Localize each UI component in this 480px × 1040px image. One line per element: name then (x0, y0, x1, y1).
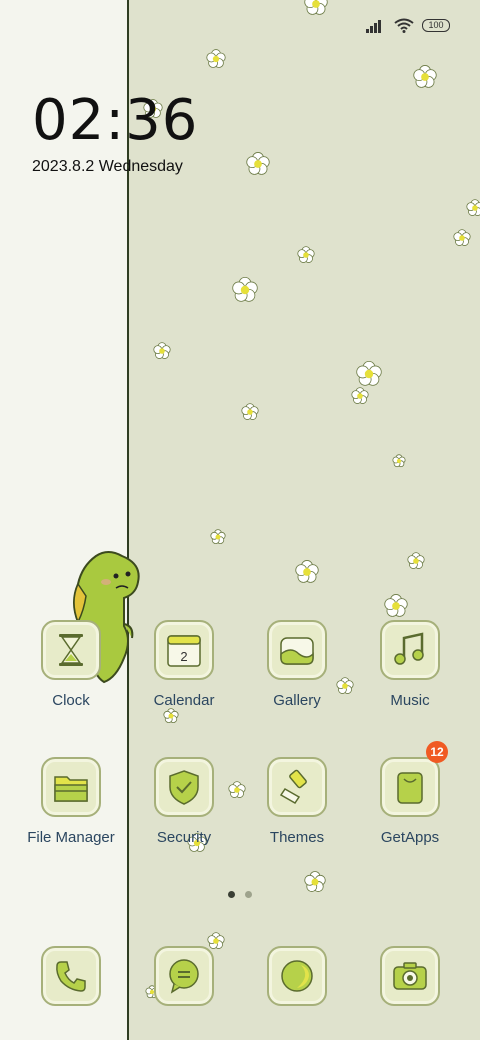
app-label: Clock (52, 692, 90, 709)
flower-decoration (384, 594, 408, 617)
wifi-icon (394, 18, 414, 33)
clock-time: 02:36 (32, 88, 199, 153)
app-file-manager[interactable]: File Manager (15, 757, 127, 846)
app-label: Music (390, 692, 430, 709)
clock-date: 2023.8.2 Wednesday (32, 158, 183, 175)
app-clock[interactable]: Clock (15, 620, 127, 709)
flower-decoration (466, 199, 480, 216)
message-icon (154, 946, 214, 1006)
app-label: File Manager (27, 829, 115, 846)
gallery-icon (267, 620, 327, 680)
app-label: Gallery (273, 692, 321, 709)
calendar-icon: 2 (154, 620, 214, 680)
folder-icon (41, 757, 101, 817)
battery-indicator: 100 (422, 19, 450, 32)
signal-icon (366, 19, 381, 33)
app-label: Security (156, 829, 212, 846)
page-dot[interactable] (245, 891, 252, 898)
app-label: Themes (269, 829, 325, 846)
camera-icon (380, 946, 440, 1006)
flower-decoration (232, 277, 258, 302)
flower-decoration (153, 342, 171, 359)
flower-decoration (246, 152, 270, 175)
shield-icon (154, 757, 214, 817)
brush-icon (267, 757, 327, 817)
flower-decoration (210, 529, 226, 545)
flower-decoration (413, 65, 437, 88)
page-indicator[interactable] (0, 891, 480, 898)
flower-decoration (206, 49, 226, 68)
flower-decoration (295, 560, 319, 583)
app-themes[interactable]: Themes (241, 757, 353, 846)
dock-messages[interactable] (128, 946, 240, 1006)
flower-decoration (407, 552, 425, 569)
app-gallery[interactable]: Gallery (241, 620, 353, 709)
flower-decoration (304, 0, 328, 15)
phone-icon (41, 946, 101, 1006)
calendar-day-number: 2 (180, 649, 187, 664)
app-label: GetApps (380, 829, 440, 846)
flower-decoration (356, 361, 382, 386)
dock-camera[interactable] (354, 946, 466, 1006)
app-calendar[interactable]: 2 Calendar (128, 620, 240, 709)
status-bar: 100 (366, 18, 450, 33)
music-note-icon (380, 620, 440, 680)
dock-browser[interactable] (241, 946, 353, 1006)
notification-badge: 12 (426, 741, 448, 763)
flower-decoration (392, 454, 406, 468)
clock-widget[interactable]: 02:36 2023.8.2 Wednesday (32, 88, 198, 176)
app-label: Calendar (153, 692, 215, 709)
flower-decoration (297, 246, 315, 263)
app-music[interactable]: Music (354, 620, 466, 709)
flower-decoration (453, 229, 471, 246)
app-getapps[interactable]: 12 GetApps (354, 741, 466, 846)
app-security[interactable]: Security (128, 757, 240, 846)
page-dot-active[interactable] (228, 891, 235, 898)
hourglass-icon (41, 620, 101, 680)
flower-decoration (351, 387, 369, 404)
flower-decoration (241, 403, 259, 420)
dock-phone[interactable] (15, 946, 127, 1006)
moon-icon (267, 946, 327, 1006)
shopping-bag-icon (380, 757, 440, 817)
flower-decoration (163, 708, 179, 724)
